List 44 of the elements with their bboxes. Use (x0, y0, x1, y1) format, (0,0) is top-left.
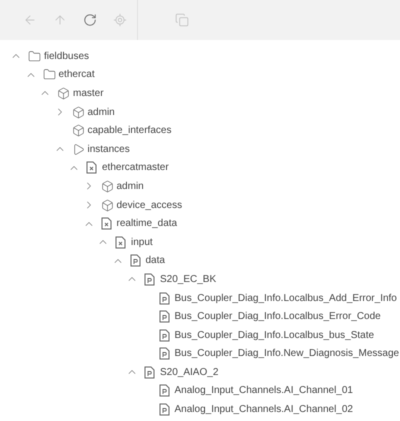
tree-item-label[interactable]: capable_interfaces (88, 123, 172, 138)
tree-item-label[interactable]: Bus_Coupler_Diag_Info.Localbus_Add_Error_Info (174, 290, 397, 306)
crosshair-icon (113, 13, 127, 27)
cube-icon (100, 180, 114, 193)
tree-item-label[interactable]: instances (88, 142, 130, 157)
data-file-icon (158, 292, 170, 305)
folder-icon (42, 68, 56, 82)
tree-item-label[interactable]: Bus_Coupler_Diag_Info.Localbus_bus_State (174, 328, 374, 343)
device-file-icon (115, 236, 126, 249)
up-arrow-icon (53, 13, 67, 27)
tree-item-label[interactable]: Bus_Coupler_Diag_Info.Localbus_Error_Code (174, 309, 381, 324)
data-file-icon (158, 403, 170, 416)
cube-icon (57, 86, 70, 100)
tree-item-label[interactable]: S20_AIAO_2 (160, 364, 218, 380)
refresh-icon (83, 13, 97, 27)
cube-icon (100, 198, 114, 212)
tree-item-label[interactable]: input (131, 234, 153, 250)
tree-item-label[interactable]: admin (116, 178, 144, 194)
cube-icon (72, 124, 84, 138)
data-file-icon (144, 272, 155, 286)
tree-item-label[interactable]: admin (88, 104, 115, 120)
tree-item-label[interactable]: device_access (116, 198, 182, 213)
tree-item-label[interactable]: master (73, 86, 104, 101)
tree-item-label[interactable]: ethercat (58, 67, 95, 82)
data-file-icon (158, 347, 170, 360)
data-file-icon (158, 328, 170, 342)
tree-item-label[interactable]: ethercatmaster (102, 160, 169, 176)
triangle-icon (72, 142, 84, 156)
data-file-icon (144, 366, 155, 379)
data-file-icon (158, 384, 170, 398)
copy-icon (175, 13, 189, 27)
device-file-icon (86, 161, 97, 174)
data-file-icon (158, 310, 170, 324)
cube-icon (72, 106, 84, 119)
folder-icon (28, 50, 41, 63)
tree-item-label[interactable]: S20_EC_BK (160, 272, 216, 287)
device-file-icon (100, 217, 112, 230)
tree-item-label[interactable]: data (146, 253, 165, 268)
tree-item-label[interactable]: realtime_data (116, 216, 178, 232)
tree-item-label[interactable]: Bus_Coupler_Diag_Info.New_Diagnosis_Message (174, 346, 400, 362)
tree-item-label[interactable]: Analog_Input_Channels.AI_Channel_02 (174, 402, 353, 418)
tree-item-label[interactable]: Analog_Input_Channels.AI_Channel_01 (174, 383, 353, 398)
data-file-icon (130, 254, 140, 268)
tree-item-label[interactable]: fieldbuses (44, 48, 90, 64)
